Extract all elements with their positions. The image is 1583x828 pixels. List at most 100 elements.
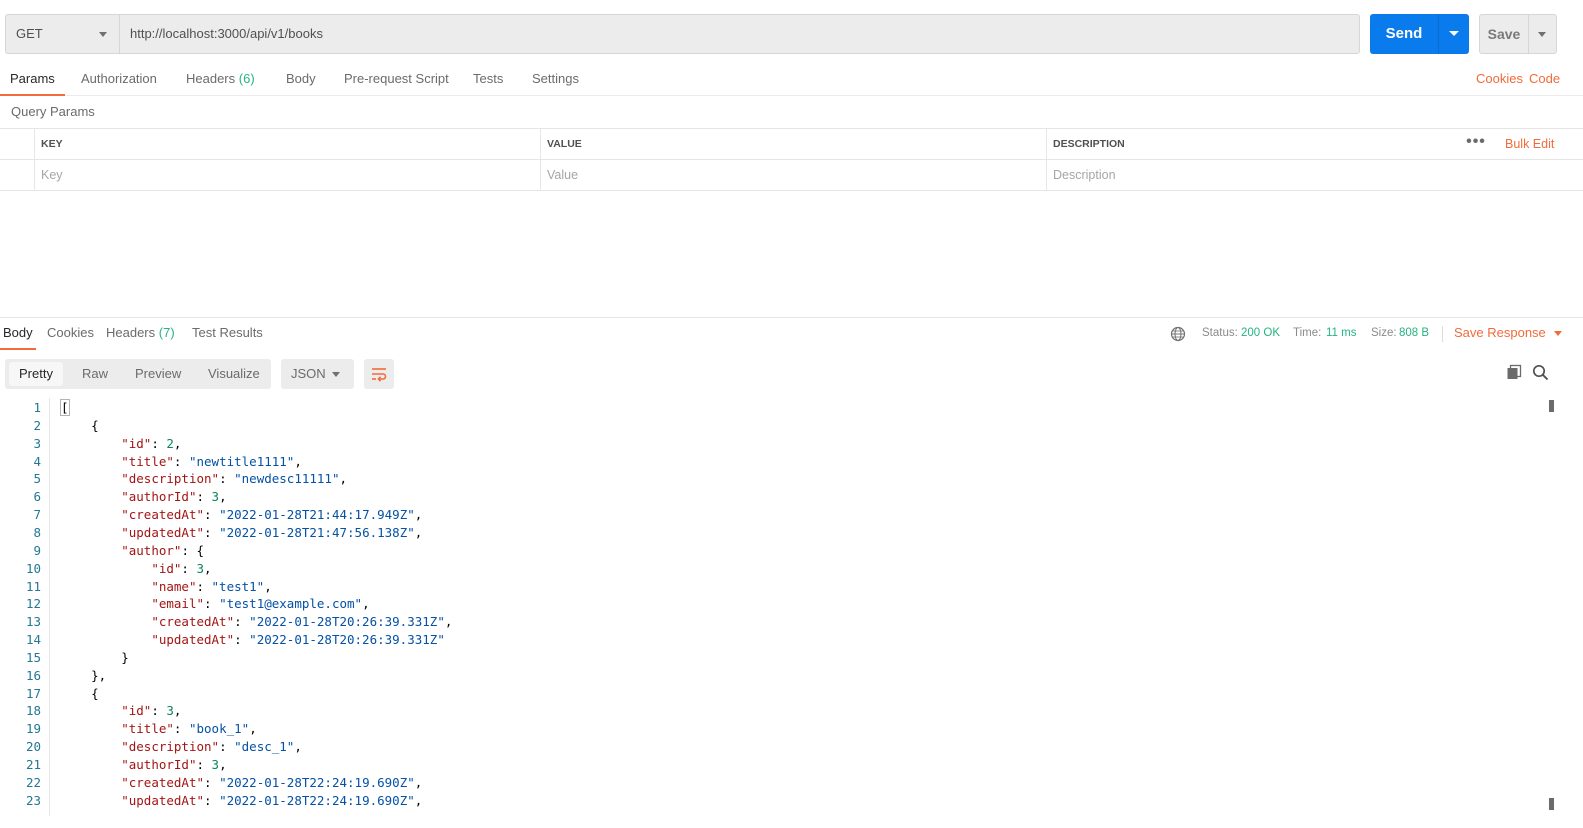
- tab-test-results[interactable]: Test Results: [192, 318, 263, 350]
- code-line: "createdAt": "2022-01-28T20:26:39.331Z",: [61, 613, 452, 631]
- line-number: 18: [25, 703, 41, 719]
- code-token: :: [196, 489, 212, 505]
- view-preview-button[interactable]: Preview: [126, 362, 190, 386]
- cookies-link[interactable]: Cookies: [1476, 64, 1523, 94]
- value-input[interactable]: Value: [540, 160, 1047, 190]
- code-token: 3: [166, 703, 174, 719]
- tab-response-headers[interactable]: Headers (7): [106, 318, 175, 350]
- code-token: :: [219, 739, 235, 755]
- view-pretty-button[interactable]: Pretty: [9, 362, 63, 386]
- tab-headers[interactable]: Headers (6): [186, 64, 255, 96]
- line-number: 13: [25, 614, 41, 630]
- response-body-editor[interactable]: 1 2 3 4 5 6 7 8 9 10 11 12 13 14 15 16 17 18 19 20 21 22 23 [ …: [0, 398, 1545, 816]
- save-dropdown-button[interactable]: [1529, 15, 1557, 53]
- tab-label: Body: [3, 325, 33, 340]
- table-row: Key Value Description: [0, 160, 1583, 191]
- tab-response-body[interactable]: Body: [0, 318, 36, 350]
- code-token: ,: [294, 453, 302, 469]
- query-params-table: KEY VALUE DESCRIPTION ••• Bulk Edit Key …: [0, 128, 1583, 191]
- code-token: "createdAt": [121, 507, 205, 523]
- scrollbar-marker: [1549, 400, 1554, 412]
- line-number: 19: [25, 721, 41, 737]
- code-token: :: [173, 453, 189, 469]
- code-token: "id": [151, 560, 182, 576]
- bulk-edit-link[interactable]: Bulk Edit: [1505, 129, 1554, 159]
- tab-settings[interactable]: Settings: [532, 64, 579, 96]
- globe-icon[interactable]: [1170, 326, 1186, 342]
- send-dropdown-button[interactable]: [1439, 14, 1469, 54]
- code-line: }: [61, 649, 129, 667]
- code-token: "updatedAt": [121, 792, 205, 808]
- format-select[interactable]: JSON: [281, 359, 354, 389]
- status-separator: [1442, 326, 1443, 342]
- time-value[interactable]: 11 ms: [1326, 318, 1356, 348]
- code-token: :: [204, 774, 220, 790]
- code-line: "updatedAt": "2022-01-28T20:26:39.331Z": [61, 631, 445, 649]
- code-token: ,: [173, 435, 182, 451]
- tab-pre-request-script[interactable]: Pre-request Script: [344, 64, 449, 96]
- code-token: {: [61, 685, 99, 701]
- wrap-lines-button[interactable]: [364, 359, 394, 389]
- tab-tests[interactable]: Tests: [473, 64, 503, 96]
- code-token: ,: [264, 578, 272, 594]
- code-token: "title": [121, 453, 174, 469]
- line-number: 10: [25, 560, 41, 576]
- code-token: 3: [196, 560, 205, 576]
- save-button[interactable]: Save: [1479, 14, 1557, 54]
- copy-icon[interactable]: [1506, 364, 1522, 380]
- view-raw-button[interactable]: Raw: [73, 362, 117, 386]
- code-token: ,: [339, 471, 348, 487]
- code-token: :: [151, 703, 167, 719]
- code-token: ,: [414, 507, 423, 523]
- line-number: 2: [33, 417, 41, 433]
- code-line: {: [61, 685, 99, 703]
- code-token: "authorId": [121, 489, 197, 505]
- code-token: ,: [219, 757, 227, 772]
- key-input[interactable]: Key: [34, 160, 541, 190]
- editor-scrollbar[interactable]: [1545, 398, 1559, 816]
- line-number: 1: [33, 400, 41, 415]
- line-number: 7: [33, 507, 41, 523]
- line-number: 15: [25, 649, 41, 665]
- tab-label: Test Results: [192, 325, 263, 340]
- tab-params[interactable]: Params: [0, 64, 65, 96]
- code-line: "authorId": 3,: [61, 756, 227, 774]
- code-line: "email": "test1@example.com",: [61, 595, 370, 613]
- tab-body[interactable]: Body: [286, 64, 316, 96]
- code-line: "authorId": 3,: [61, 488, 226, 506]
- search-icon[interactable]: [1532, 364, 1549, 381]
- code-token: ,: [362, 596, 370, 612]
- code-line: "description": "desc_1",: [61, 738, 302, 756]
- scrollbar-marker: [1549, 798, 1554, 810]
- method-select[interactable]: GET: [5, 14, 119, 54]
- view-visualize-button[interactable]: Visualize: [199, 362, 269, 386]
- more-options-icon[interactable]: •••: [1462, 129, 1490, 159]
- status-value[interactable]: 200 OK: [1241, 318, 1280, 348]
- code-token: ,: [249, 721, 257, 737]
- code-token: ,: [444, 614, 453, 630]
- url-input[interactable]: http://localhost:3000/api/v1/books: [119, 14, 1360, 54]
- code-token: "newdesc11111": [234, 471, 340, 487]
- size-value[interactable]: 808 B: [1399, 318, 1429, 348]
- description-input[interactable]: Description: [1046, 160, 1583, 190]
- line-number: 3: [33, 435, 41, 451]
- code-token: "title": [121, 721, 174, 737]
- code-line: "id": 3,: [61, 560, 211, 578]
- send-button[interactable]: Send: [1370, 14, 1469, 54]
- code-link[interactable]: Code: [1529, 64, 1560, 94]
- chevron-down-icon: [99, 32, 107, 37]
- tab-authorization[interactable]: Authorization: [81, 64, 157, 96]
- tab-response-cookies[interactable]: Cookies: [47, 318, 94, 350]
- line-number: 8: [33, 524, 41, 540]
- line-number: 16: [25, 667, 41, 683]
- save-response-button[interactable]: Save Response: [1454, 318, 1562, 350]
